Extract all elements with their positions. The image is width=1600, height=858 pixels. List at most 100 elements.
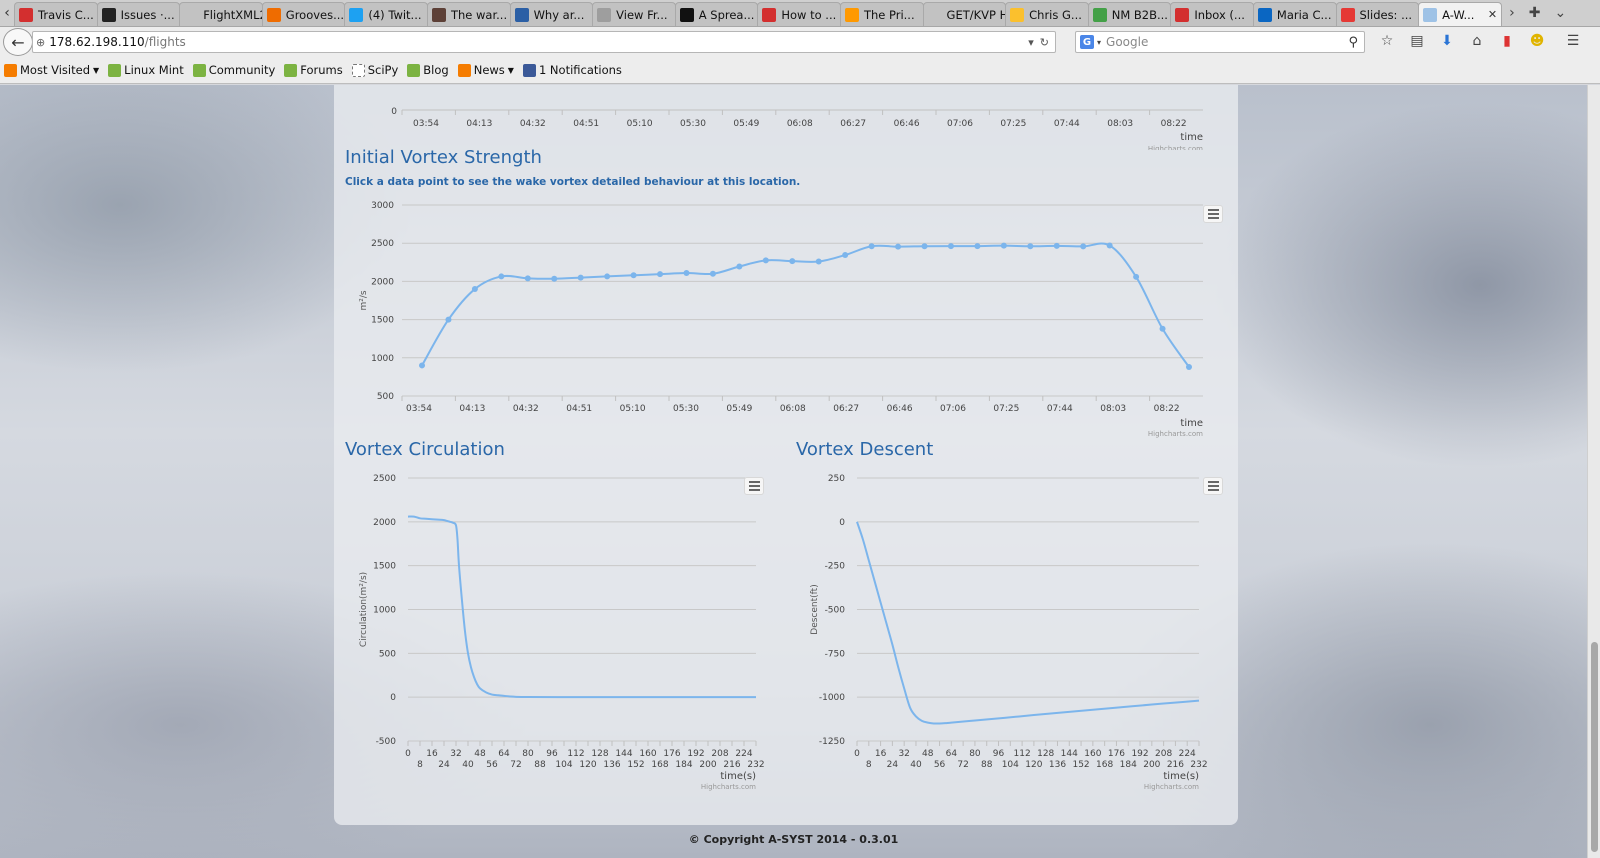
- browser-tab[interactable]: The war...: [426, 2, 511, 26]
- data-point[interactable]: [1106, 242, 1113, 249]
- vortex-descent-chart[interactable]: -1250-1000-750-500-2500250Descent(ft)081…: [785, 468, 1227, 803]
- downloads-icon[interactable]: ⬇: [1438, 32, 1456, 50]
- data-point[interactable]: [895, 243, 902, 250]
- bookmark-label: Blog: [423, 63, 449, 77]
- browser-tab[interactable]: Slides: ...: [1335, 2, 1420, 26]
- close-tab-icon[interactable]: ✕: [1488, 8, 1497, 21]
- bookmark-item[interactable]: News ▼: [457, 63, 514, 77]
- search-icon[interactable]: ⚲: [1348, 35, 1358, 50]
- browser-tab[interactable]: Issues ·...: [96, 2, 181, 26]
- browser-tab[interactable]: Chris G...: [1005, 2, 1089, 26]
- tab-scroll-right-icon[interactable]: ›: [1509, 5, 1515, 21]
- x-tick-label: 232: [1190, 760, 1207, 770]
- back-button[interactable]: ←: [3, 28, 33, 56]
- blank-page-icon: [184, 7, 199, 22]
- x-tick-label: 48: [922, 749, 934, 759]
- bookmark-item[interactable]: Blog: [407, 63, 449, 77]
- browser-tab[interactable]: Maria C...: [1252, 2, 1337, 26]
- data-point[interactable]: [762, 257, 769, 264]
- list-all-tabs-icon[interactable]: ⌄: [1554, 5, 1566, 21]
- browser-tab[interactable]: A Sprea...: [674, 2, 759, 26]
- data-point[interactable]: [551, 275, 558, 282]
- y-tick-label: 2000: [373, 518, 396, 528]
- x-tick-label: 07:25: [1000, 119, 1026, 129]
- x-tick-label: 32: [450, 749, 461, 759]
- browser-tab[interactable]: The Pri...: [839, 2, 924, 26]
- x-tick-label: 08:03: [1107, 119, 1133, 129]
- circulation-chart-menu-button[interactable]: [744, 477, 764, 495]
- vortex-circulation-title: Vortex Circulation: [345, 439, 505, 460]
- data-point[interactable]: [709, 270, 716, 277]
- url-history-dropdown-icon[interactable]: ▾: [1028, 36, 1034, 49]
- blank-page-icon: [927, 7, 942, 22]
- x-tick-label: 06:46: [894, 119, 920, 129]
- data-point[interactable]: [445, 316, 452, 323]
- data-point[interactable]: [577, 274, 584, 281]
- data-point[interactable]: [1000, 242, 1007, 249]
- search-bar[interactable]: G ▾ Google ⚲: [1075, 31, 1365, 53]
- data-point[interactable]: [630, 272, 637, 279]
- data-point[interactable]: [498, 273, 505, 280]
- data-point[interactable]: [1080, 243, 1087, 250]
- extension-red-icon[interactable]: ▮: [1498, 32, 1516, 50]
- data-point[interactable]: [842, 252, 849, 259]
- page-scrollbar[interactable]: [1587, 85, 1600, 858]
- data-point[interactable]: [1027, 243, 1034, 250]
- scrollbar-thumb[interactable]: [1591, 642, 1598, 852]
- home-icon[interactable]: ⌂: [1468, 32, 1486, 50]
- data-point[interactable]: [1053, 242, 1060, 249]
- browser-tab[interactable]: GET/KVP H...: [922, 2, 1007, 26]
- reload-icon[interactable]: ↻: [1040, 36, 1049, 49]
- data-point[interactable]: [736, 263, 743, 270]
- search-engine-icon[interactable]: G: [1080, 35, 1094, 49]
- data-point[interactable]: [868, 243, 875, 250]
- bookmark-item[interactable]: Most Visited ▼: [4, 63, 99, 77]
- data-point[interactable]: [1186, 363, 1192, 370]
- browser-tab[interactable]: How to ...: [757, 2, 841, 26]
- search-engine-dropdown-icon[interactable]: ▾: [1097, 38, 1101, 47]
- data-point[interactable]: [921, 243, 928, 250]
- data-point[interactable]: [683, 269, 690, 276]
- tab-scroll-left-icon[interactable]: ‹: [0, 0, 14, 26]
- data-point[interactable]: [524, 275, 531, 282]
- browser-tab[interactable]: A-W... ✕: [1418, 2, 1503, 26]
- data-point[interactable]: [1159, 325, 1166, 332]
- x-tick-label: 8: [417, 760, 423, 770]
- bookmark-item[interactable]: Forums: [284, 63, 343, 77]
- browser-tab[interactable]: Travis C...: [14, 2, 98, 26]
- vortex-circulation-chart[interactable]: -50005001000150020002500Circulation(m²/s…: [334, 468, 779, 803]
- bookmark-item[interactable]: Linux Mint: [108, 63, 184, 77]
- browser-tab[interactable]: Inbox (...: [1170, 2, 1254, 26]
- browser-tab[interactable]: (4) Twit...: [344, 2, 428, 26]
- data-point[interactable]: [1133, 273, 1140, 280]
- initial-vortex-strength-subtitle: Click a data point to see the wake vorte…: [345, 176, 801, 188]
- x-tick-label: 152: [627, 760, 644, 770]
- data-point[interactable]: [419, 362, 425, 369]
- data-point[interactable]: [471, 286, 478, 293]
- bookmark-item[interactable]: SciPy: [351, 63, 398, 77]
- browser-tab[interactable]: FlightXML2...: [179, 2, 263, 26]
- new-tab-icon[interactable]: ✚: [1529, 5, 1541, 21]
- data-point[interactable]: [815, 258, 822, 265]
- browser-tab[interactable]: Why ar...: [509, 2, 594, 26]
- browser-tab[interactable]: View Fr...: [592, 2, 676, 26]
- extension-yellow-icon[interactable]: ☻: [1528, 32, 1546, 50]
- series-line: [407, 515, 756, 699]
- reading-list-icon[interactable]: ▤: [1408, 32, 1426, 50]
- address-bar[interactable]: ⊕ 178.62.198.110/flights ▾ ↻: [32, 31, 1056, 53]
- data-point[interactable]: [789, 258, 796, 265]
- y-tick-label: -750: [825, 649, 846, 659]
- descent-chart-menu-button[interactable]: [1203, 477, 1223, 495]
- bookmark-star-icon[interactable]: ☆: [1378, 32, 1396, 50]
- data-point[interactable]: [947, 243, 954, 250]
- initial-vortex-strength-chart[interactable]: 500 1000 1500 2000 2500 3000 m²/s 03:54 04:13 04:…: [334, 195, 1238, 440]
- bookmark-item[interactable]: 1 Notifications: [522, 63, 622, 77]
- data-point[interactable]: [974, 243, 981, 250]
- data-point[interactable]: [604, 273, 611, 280]
- data-point[interactable]: [657, 271, 664, 278]
- menu-icon[interactable]: ☰: [1564, 32, 1582, 50]
- browser-tab[interactable]: Grooves...: [261, 2, 346, 26]
- bookmark-item[interactable]: Community: [192, 63, 275, 77]
- browser-tab[interactable]: NM B2B...: [1087, 2, 1172, 26]
- strength-chart-menu-button[interactable]: [1203, 205, 1223, 223]
